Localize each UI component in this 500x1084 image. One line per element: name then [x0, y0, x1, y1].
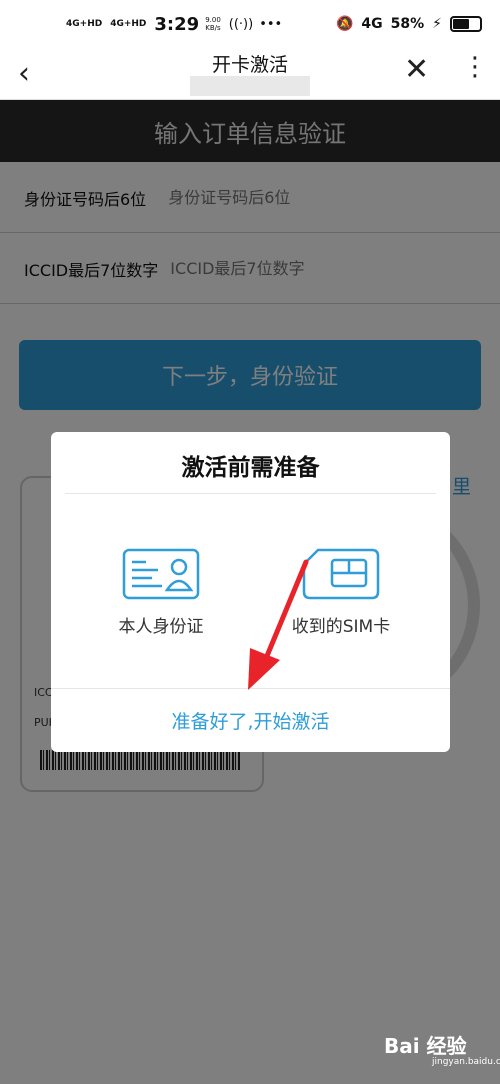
sim-card-label: 收到的SIM卡 [291, 617, 391, 637]
status-right: 🔕 4G 58% ⚡ [336, 16, 482, 32]
prep-item-sim-card: 收到的SIM卡 [261, 548, 421, 637]
speed-value: 9.00 [205, 16, 221, 24]
clock: 3:29 [154, 13, 200, 35]
baidu-watermark: Bai 经验 jingyan.baidu.com [384, 1030, 500, 1067]
charging-icon: ⚡ [432, 16, 442, 32]
nav-bar: ‹ 开卡激活 ✕ ⋮ [0, 48, 500, 100]
status-bar: 4G+HD 4G+HD 3:29 9.00 KB/s ((·)) ••• 🔕 4… [0, 0, 500, 48]
id-card-label: 本人身份证 [118, 617, 204, 637]
close-icon[interactable]: ✕ [404, 52, 429, 87]
mute-bell-icon: 🔕 [335, 16, 354, 32]
preparation-dialog: 激活前需准备 本人身份证 收到的SIM卡 准备好了,开始激活 [51, 432, 450, 752]
sim-card-icon [302, 548, 380, 600]
start-activation-button[interactable]: 准备好了,开始激活 [51, 689, 450, 752]
dialog-divider [65, 493, 436, 494]
id-card-icon [122, 548, 200, 600]
battery-percent: 58% [390, 16, 425, 32]
network-indicator-1: 4G+HD [66, 19, 103, 29]
more-dots-icon: ••• [259, 16, 283, 32]
watermark-brand: Bai 经验 [384, 1034, 467, 1058]
speed-unit: KB/s [205, 24, 221, 32]
network-indicator-3: 4G [361, 16, 383, 32]
battery-icon [450, 16, 482, 32]
more-vertical-icon[interactable]: ⋮ [462, 52, 488, 82]
network-speed: 9.00 KB/s [205, 16, 221, 32]
hotspot-icon: ((·)) [228, 16, 254, 32]
watermark-domain: jingyan.baidu.com [432, 1057, 500, 1067]
network-indicator-2: 4G+HD [110, 19, 147, 29]
prep-item-id-card: 本人身份证 [81, 548, 241, 637]
blurred-url [190, 76, 310, 96]
dialog-title: 激活前需准备 [181, 455, 320, 481]
